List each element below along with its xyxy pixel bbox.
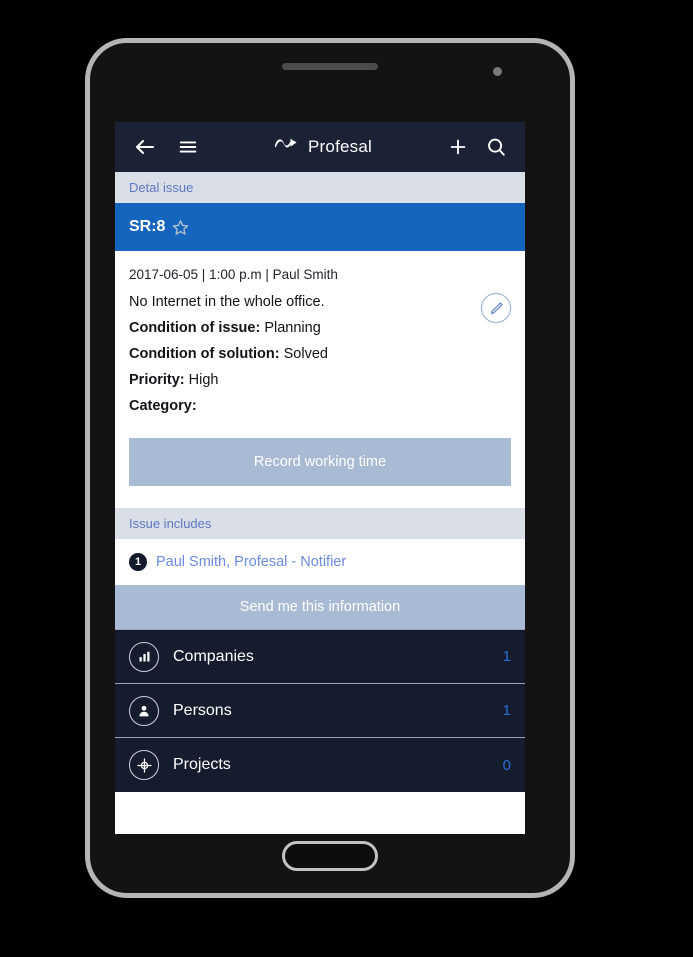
brand: Profesal [201,137,445,157]
plus-icon[interactable] [445,133,471,161]
notifier-section: 1 Paul Smith, Profesal - Notifier [115,539,525,585]
brand-title: Profesal [308,137,372,156]
issue-meta: 2017-06-05 | 1:00 p.m | Paul Smith [129,267,338,282]
list-item-count: 1 [502,648,511,665]
screenshot-stage: Profesal Detal issue SR:8 2017-06-05 | 1… [0,0,693,957]
breadcrumb[interactable]: Detal issue [115,172,525,203]
pencil-edit-icon[interactable] [481,293,511,323]
status-badge: 1 [129,553,147,571]
field-condition-of-solution: Condition of solution: Solved [129,346,511,362]
star-outline-icon[interactable] [172,219,189,236]
notifier-person-link[interactable]: Paul Smith, Profesal - Notifier [156,554,346,570]
issue-description: No Internet in the whole office. [129,294,325,310]
target-crosshair-icon [129,750,159,780]
list-item-label: Companies [173,647,254,665]
record-working-time-button[interactable]: Record working time [129,438,511,486]
search-icon[interactable] [483,133,509,161]
field-value: Planning [264,320,321,336]
issue-title-bar: SR:8 [115,203,525,251]
hamburger-menu-icon[interactable] [175,133,201,161]
profesal-logo-icon [274,138,300,157]
back-arrow-icon[interactable] [131,133,159,161]
phone-screen: Profesal Detal issue SR:8 2017-06-05 | 1… [115,122,525,834]
list-item[interactable]: 1 Paul Smith, Profesal - Notifier [129,553,511,571]
issue-detail: 2017-06-05 | 1:00 p.m | Paul Smith No In… [115,251,525,428]
earpiece-speaker [282,63,378,70]
app-bar: Profesal [115,122,525,172]
send-information-button[interactable]: Send me this information [115,585,525,629]
field-value: High [188,372,219,388]
list-item-label: Persons [173,701,232,719]
list-item-projects[interactable]: Projects 0 [115,738,525,792]
field-label: Condition of solution: [129,346,280,362]
field-category: Category: [129,398,511,414]
issue-code: SR:8 [129,218,166,235]
field-label: Priority: [129,372,185,388]
list-item-companies[interactable]: Companies 1 [115,630,525,684]
home-button[interactable] [282,841,378,871]
list-item-persons[interactable]: Persons 1 [115,684,525,738]
list-item-count: 1 [502,702,511,719]
front-camera-icon [493,67,502,76]
field-priority: Priority: High [129,372,511,388]
list-item-count: 0 [502,756,511,774]
field-label: Category: [129,398,197,414]
issue-includes-header: Issue includes [115,508,525,539]
field-label: Condition of issue: [129,320,261,336]
related-list: Companies 1 Persons 1 Projects 0 [115,629,525,792]
list-item-label: Projects [173,756,231,773]
field-value: Solved [283,346,328,362]
field-condition-of-issue: Condition of issue: Planning [129,320,511,336]
person-icon [129,695,159,726]
bar-chart-icon [129,641,159,672]
